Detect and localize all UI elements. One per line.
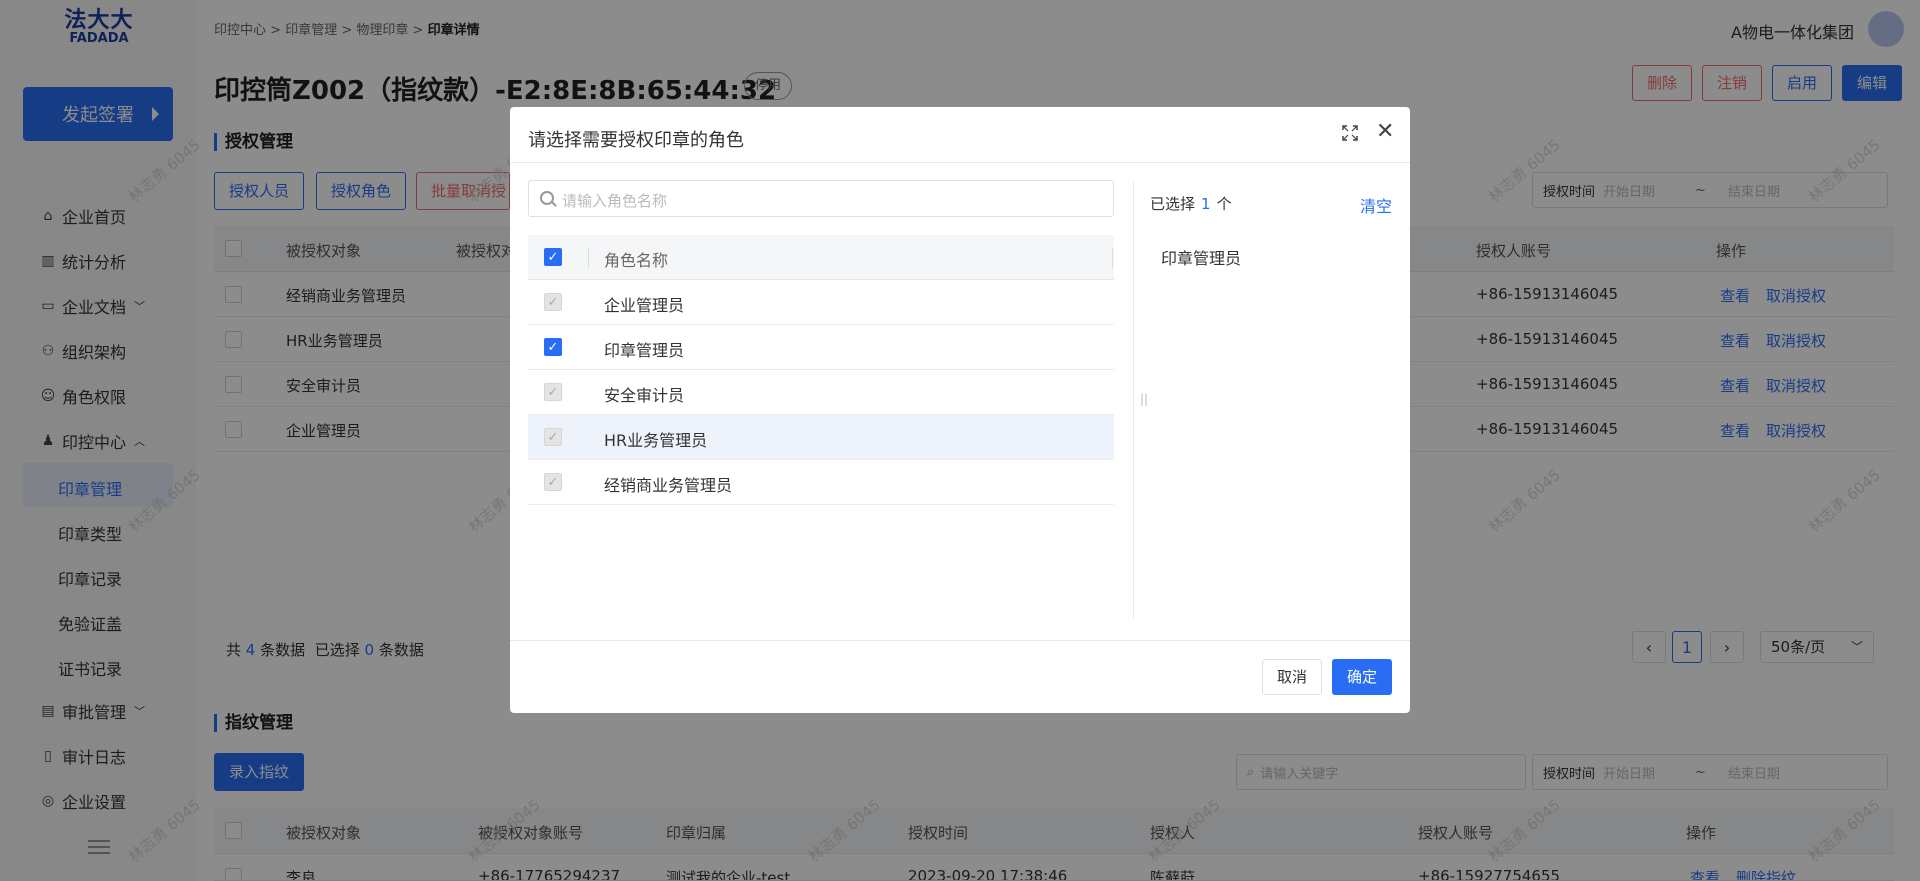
dialog-title: 请选择需要授权印章的角色	[528, 130, 744, 151]
role-name: HR业务管理员	[604, 431, 708, 450]
role-table-header: ✓ 角色名称	[528, 235, 1114, 280]
role-name: 经销商业务管理员	[604, 476, 733, 495]
cancel-button[interactable]: 取消	[1262, 659, 1322, 695]
select-all-checkbox[interactable]: ✓	[544, 248, 562, 266]
role-row[interactable]: ✓ 经销商业务管理员	[528, 460, 1114, 505]
role-checkbox-disabled: ✓	[544, 428, 562, 446]
role-row[interactable]: ✓ HR业务管理员	[528, 415, 1114, 460]
role-row[interactable]: ✓ 安全审计员	[528, 370, 1114, 415]
role-row[interactable]: ✓ 企业管理员	[528, 280, 1114, 325]
role-checkbox-disabled: ✓	[544, 383, 562, 401]
divider	[510, 640, 1410, 641]
divider	[510, 162, 1410, 163]
fullscreen-icon[interactable]	[1342, 125, 1358, 141]
role-search-input[interactable]: 请输入角色名称	[528, 180, 1114, 217]
panel-divider	[1133, 182, 1134, 618]
role-name: 印章管理员	[604, 341, 685, 360]
role-name: 安全审计员	[604, 386, 685, 405]
search-icon	[540, 191, 554, 205]
confirm-button[interactable]: 确定	[1332, 659, 1392, 695]
role-select-dialog: 请选择需要授权印章的角色 ✕ 请输入角色名称 ✓ 角色名称 ✓ 企业管理员 ✓ …	[510, 107, 1410, 713]
role-checkbox-checked[interactable]: ✓	[544, 338, 562, 356]
resize-handle-icon[interactable]: ||	[1140, 392, 1148, 406]
selected-count: 已选择 1 个	[1150, 195, 1232, 213]
role-name: 企业管理员	[604, 296, 685, 315]
role-checkbox-disabled: ✓	[544, 293, 562, 311]
selected-role-item: 印章管理员	[1161, 249, 1242, 268]
close-icon[interactable]: ✕	[1376, 121, 1394, 143]
column-header: 角色名称	[604, 251, 669, 270]
role-row[interactable]: ✓ 印章管理员	[528, 325, 1114, 370]
clear-selection-button[interactable]: 清空	[1360, 193, 1392, 217]
role-checkbox-disabled: ✓	[544, 473, 562, 491]
